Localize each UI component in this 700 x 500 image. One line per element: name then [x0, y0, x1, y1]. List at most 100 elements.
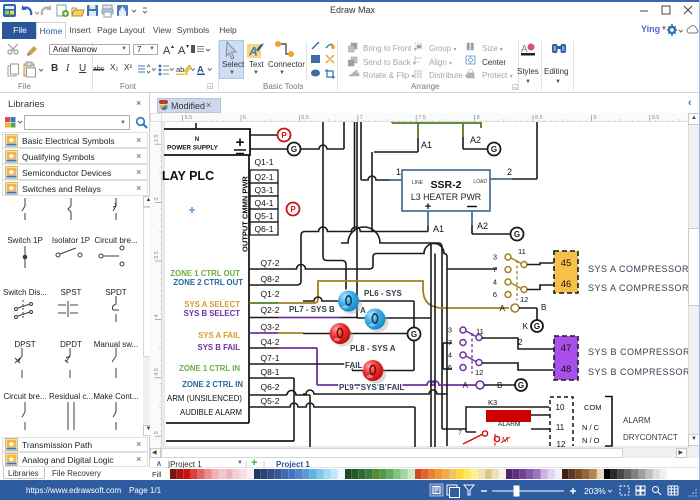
svg-text:A: A — [248, 45, 258, 59]
svg-text:8.5: 8.5 — [535, 115, 543, 121]
svg-text:+: + — [236, 134, 245, 151]
svg-text:A: A — [463, 381, 469, 390]
svg-text:P: P — [290, 205, 296, 214]
svg-text:7: 7 — [360, 115, 363, 121]
svg-text:3: 3 — [448, 326, 452, 335]
svg-text:45: 45 — [561, 258, 572, 269]
svg-text:4: 4 — [493, 278, 497, 287]
svg-text:11: 11 — [518, 247, 526, 256]
svg-text:K: K — [523, 322, 529, 331]
svg-text:Q6-1: Q6-1 — [255, 224, 274, 234]
svg-text:3: 3 — [493, 253, 497, 262]
svg-text:A1: A1 — [433, 224, 444, 234]
svg-text:2: 2 — [518, 338, 523, 347]
svg-text:SYS A COMPRESSOR L: SYS A COMPRESSOR L — [588, 264, 688, 274]
svg-text:▴: ▴ — [171, 44, 174, 50]
svg-text:FAIL: FAIL — [345, 361, 362, 370]
svg-text:SYS A SELECT: SYS A SELECT — [184, 300, 240, 309]
svg-text:L3 HEATER PWR: L3 HEATER PWR — [411, 192, 481, 202]
svg-text:4.5: 4.5 — [154, 368, 160, 376]
svg-text:SSR-2: SSR-2 — [431, 179, 462, 191]
svg-text:Q3-2: Q3-2 — [261, 322, 280, 332]
svg-text:SYS B COMPRESSOR L: SYS B COMPRESSOR L — [588, 347, 688, 357]
svg-text:Q6-2: Q6-2 — [261, 382, 280, 392]
svg-text:A: A — [178, 45, 186, 56]
svg-text:1: 1 — [396, 167, 401, 177]
svg-text:4: 4 — [154, 314, 160, 317]
svg-text:LOAD: LOAD — [473, 179, 487, 185]
svg-text:N / C: N / C — [582, 423, 600, 432]
svg-text:N: N — [195, 137, 199, 143]
svg-text:K3: K3 — [488, 398, 497, 407]
svg-text:B: B — [541, 303, 546, 312]
svg-text:Q7-1: Q7-1 — [261, 353, 280, 363]
svg-text:2: 2 — [507, 167, 512, 177]
svg-text:12: 12 — [475, 368, 483, 377]
svg-text:Q2-2: Q2-2 — [261, 305, 280, 315]
svg-text:ZONE 1 CTRL IN: ZONE 1 CTRL IN — [179, 364, 240, 373]
svg-text:46: 46 — [561, 279, 572, 290]
svg-text:N / O: N / O — [582, 436, 600, 445]
svg-text:9: 9 — [593, 115, 596, 121]
svg-text:12: 12 — [520, 295, 528, 304]
svg-text:COM: COM — [584, 403, 602, 412]
svg-text:LAY PLC: LAY PLC — [162, 169, 214, 183]
svg-text:PL9 - SYS B FAIL: PL9 - SYS B FAIL — [339, 383, 404, 392]
svg-text:A1: A1 — [421, 140, 432, 150]
svg-text:ab: ab — [176, 65, 184, 74]
svg-text:10: 10 — [556, 403, 565, 412]
svg-text:G: G — [514, 230, 520, 239]
svg-text:SYS B FAIL: SYS B FAIL — [198, 343, 241, 352]
svg-text:ALARM: ALARM — [498, 421, 520, 428]
svg-text:LINE: LINE — [412, 180, 424, 186]
svg-text:G: G — [518, 381, 524, 390]
svg-text:7: 7 — [458, 430, 462, 437]
svg-text:G: G — [534, 322, 540, 331]
svg-text:Q3-1: Q3-1 — [255, 185, 274, 195]
svg-text:Q7-2: Q7-2 — [261, 258, 280, 268]
svg-text:4: 4 — [448, 351, 452, 360]
svg-text:DRYCONTACT: DRYCONTACT — [623, 433, 678, 442]
svg-text:PL6 - SYS: PL6 - SYS — [364, 289, 402, 298]
svg-text:6: 6 — [243, 115, 246, 121]
svg-text:G: G — [291, 145, 297, 154]
svg-text:3.5: 3.5 — [154, 251, 160, 259]
svg-text:7.5: 7.5 — [418, 115, 426, 121]
svg-text:6.5: 6.5 — [301, 115, 309, 121]
svg-text:PL7 - SYS B: PL7 - SYS B — [289, 305, 335, 314]
svg-text:P: P — [281, 131, 287, 140]
svg-text:SYS B SELECT: SYS B SELECT — [184, 309, 241, 318]
svg-text:Q2-1: Q2-1 — [255, 172, 274, 182]
svg-text:ALARM: ALARM — [623, 416, 651, 425]
svg-text:ZONE 2 CTRL OUT: ZONE 2 CTRL OUT — [173, 278, 243, 287]
svg-text:ZONE 1 CTRL OUT: ZONE 1 CTRL OUT — [170, 269, 240, 278]
svg-text:3: 3 — [154, 198, 160, 201]
svg-text:9.5: 9.5 — [652, 115, 660, 121]
svg-text:5: 5 — [154, 431, 160, 434]
svg-text:ARM (UNSILENCED): ARM (UNSILENCED) — [167, 394, 242, 403]
svg-text:Q1-2: Q1-2 — [261, 289, 280, 299]
svg-text:2.5: 2.5 — [154, 135, 160, 143]
svg-text:203%: 203% — [584, 486, 606, 496]
svg-text:ZONE 2 CTRL IN: ZONE 2 CTRL IN — [182, 380, 243, 389]
svg-text:8: 8 — [477, 115, 480, 121]
svg-text:Q1-1: Q1-1 — [255, 157, 274, 167]
svg-text:M: M — [502, 435, 508, 444]
svg-text:AUDIBLE ALARM: AUDIBLE ALARM — [180, 408, 242, 417]
svg-text:Q5-2: Q5-2 — [261, 396, 280, 406]
svg-text:A: A — [500, 304, 506, 313]
svg-text:B: B — [497, 381, 502, 390]
svg-text:POWER SUPPLY: POWER SUPPLY — [167, 145, 219, 152]
svg-text:▾: ▾ — [186, 44, 189, 50]
svg-text:A: A — [163, 45, 171, 56]
svg-text:SYS B COMPRESSOR L: SYS B COMPRESSOR L — [588, 367, 688, 377]
svg-text:SYS A FAIL: SYS A FAIL — [198, 331, 240, 340]
svg-text:A: A — [360, 306, 366, 315]
svg-text:Q8-2: Q8-2 — [261, 274, 280, 284]
svg-text:48: 48 — [561, 364, 572, 375]
svg-text:11: 11 — [556, 423, 565, 432]
svg-text:12: 12 — [557, 440, 566, 448]
svg-text:11: 11 — [476, 327, 484, 336]
svg-text:47: 47 — [561, 343, 572, 354]
svg-text:6: 6 — [448, 363, 452, 372]
